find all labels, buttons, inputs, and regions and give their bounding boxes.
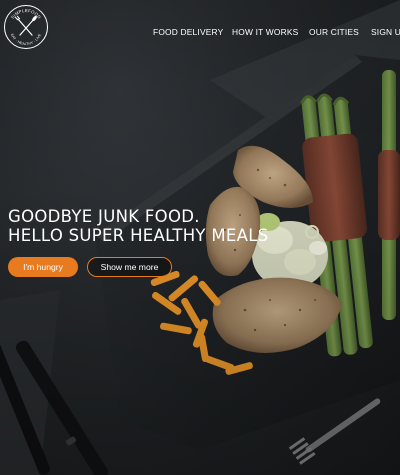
main-nav: FOOD DELIVERY HOW IT WORKS OUR CITIES SI… (0, 27, 400, 41)
nav-item-sign-up[interactable]: SIGN UP (371, 27, 400, 37)
headline-line-1: GOODBYE JUNK FOOD. (8, 207, 200, 226)
show-me-more-button[interactable]: Show me more (87, 257, 172, 277)
svg-text:SIMPLEFOOD: SIMPLEFOOD (10, 8, 42, 20)
nav-item-our-cities[interactable]: OUR CITIES (309, 27, 359, 37)
nav-item-how-it-works[interactable]: HOW IT WORKS (232, 27, 298, 37)
im-hungry-button[interactable]: I'm hungry (8, 257, 78, 277)
headline-line-2: HELLO SUPER HEALTHY MEALS (8, 226, 269, 245)
hero-headline: GOODBYE JUNK FOOD. HELLO SUPER HEALTHY M… (8, 207, 268, 245)
nav-item-food-delivery[interactable]: FOOD DELIVERY (153, 27, 223, 37)
